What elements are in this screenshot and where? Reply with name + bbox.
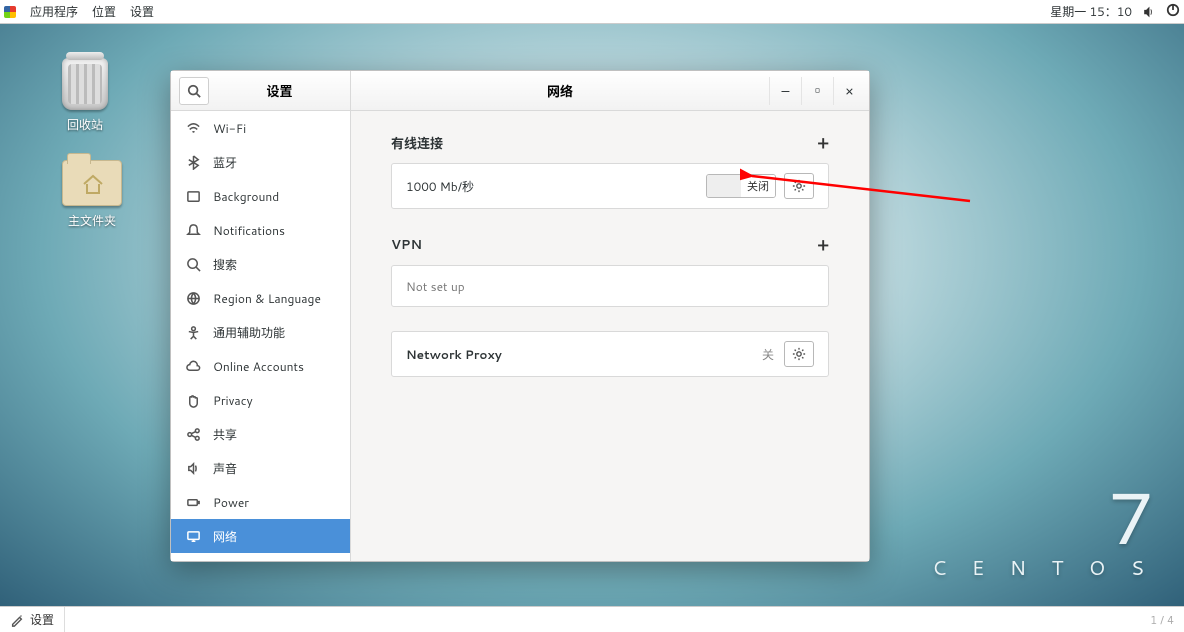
proxy-settings-button[interactable] [784, 341, 814, 367]
hand-icon [185, 392, 201, 408]
centos-name: C E N T O S [932, 554, 1154, 582]
search-icon [185, 256, 201, 272]
titlebar: 设置 网络 – ▫ × [171, 71, 869, 111]
volume-icon[interactable] [1142, 5, 1156, 19]
network-icon [185, 528, 201, 544]
globe-icon [185, 290, 201, 306]
clock: 星期一 15：10 [1050, 3, 1132, 20]
panel-title-settings: 设置 [209, 81, 350, 101]
settings-window: 设置 网络 – ▫ × Wi-Fi 蓝牙 Background Not [170, 70, 870, 562]
sidebar-item-search[interactable]: 搜索 [171, 247, 350, 281]
sidebar-item-label: 共享 [213, 426, 237, 443]
sidebar-item-label: 搜索 [213, 256, 237, 273]
sidebar-item-label: Wi-Fi [213, 120, 246, 137]
sidebar-item-label: Online Accounts [213, 358, 304, 375]
search-button[interactable] [179, 77, 209, 105]
panel-title-network: 网络 [351, 81, 769, 101]
switch-off-track [707, 175, 741, 197]
proxy-card: Network Proxy 关 [391, 331, 829, 377]
sidebar-item-notifications[interactable]: Notifications [171, 213, 350, 247]
top-menubar: 应用程序 位置 设置 星期一 15：10 [0, 0, 1184, 24]
sound-icon [185, 460, 201, 476]
wired-speed: 1000 Mb/秒 [406, 178, 706, 195]
taskbar-right-hint: 1 / 4 [1150, 612, 1184, 628]
vpn-card: Not set up [391, 265, 829, 307]
background-icon [185, 188, 201, 204]
sidebar-item-online-accounts[interactable]: Online Accounts [171, 349, 350, 383]
power-icon[interactable] [1166, 3, 1180, 21]
menu-settings[interactable]: 设置 [130, 3, 154, 20]
sidebar-item-sharing[interactable]: 共享 [171, 417, 350, 451]
sidebar-item-network[interactable]: 网络 [171, 519, 350, 553]
sidebar-item-wifi[interactable]: Wi-Fi [171, 111, 350, 145]
cloud-icon [185, 358, 201, 374]
sidebar-item-label: 蓝牙 [213, 154, 237, 171]
window-close-button[interactable]: × [833, 77, 865, 105]
vpn-section-title: VPN [391, 236, 422, 254]
home-label: 主文件夹 [68, 212, 116, 229]
sidebar-item-label: 通用辅助功能 [213, 324, 285, 341]
taskbar-settings-item[interactable]: 设置 [0, 607, 65, 632]
share-icon [185, 426, 201, 442]
wired-connection-card: 1000 Mb/秒 关闭 [391, 163, 829, 209]
home-folder-icon [62, 160, 122, 206]
centos-brand: 7 C E N T O S [932, 485, 1154, 582]
trash-icon [62, 58, 108, 110]
sidebar-item-bluetooth[interactable]: 蓝牙 [171, 145, 350, 179]
sidebar-item-label: Region & Language [213, 290, 321, 307]
accessibility-icon [185, 324, 201, 340]
wifi-icon [185, 120, 201, 136]
switch-off-label: 关闭 [741, 175, 775, 197]
sidebar-item-label: 声音 [213, 460, 237, 477]
sidebar-item-label: 网络 [213, 528, 237, 545]
settings-sidebar: Wi-Fi 蓝牙 Background Notifications 搜索 Reg… [171, 111, 351, 561]
sidebar-item-power[interactable]: Power [171, 485, 350, 519]
sidebar-item-region-language[interactable]: Region & Language [171, 281, 350, 315]
wired-settings-button[interactable] [784, 173, 814, 199]
sidebar-item-label: Background [213, 188, 279, 205]
sidebar-item-sound[interactable]: 声音 [171, 451, 350, 485]
wired-section-title: 有线连接 [391, 133, 443, 153]
add-wired-button[interactable]: + [817, 131, 829, 155]
taskbar-item-label: 设置 [30, 611, 54, 628]
sidebar-item-accessibility[interactable]: 通用辅助功能 [171, 315, 350, 349]
sidebar-item-label: Power [213, 494, 249, 511]
sidebar-item-label: Notifications [213, 222, 285, 239]
bottom-taskbar: 设置 1 / 4 [0, 606, 1184, 632]
network-panel: 有线连接 + 1000 Mb/秒 关闭 VPN + [351, 111, 869, 561]
bell-icon [185, 222, 201, 238]
wired-toggle-switch[interactable]: 关闭 [706, 174, 776, 198]
sidebar-item-privacy[interactable]: Privacy [171, 383, 350, 417]
window-maximize-button[interactable]: ▫ [801, 77, 833, 105]
menu-places[interactable]: 位置 [92, 3, 116, 20]
menu-applications[interactable]: 应用程序 [30, 3, 78, 20]
os-logo-icon [4, 6, 16, 18]
centos-version: 7 [932, 485, 1154, 550]
trash-label: 回收站 [67, 116, 103, 133]
desktop-trash[interactable]: 回收站 [62, 58, 108, 133]
bluetooth-icon [185, 154, 201, 170]
window-minimize-button[interactable]: – [769, 77, 801, 105]
proxy-label: Network Proxy [406, 346, 762, 363]
sidebar-item-label: Privacy [213, 392, 253, 409]
battery-icon [185, 494, 201, 510]
sidebar-item-background[interactable]: Background [171, 179, 350, 213]
add-vpn-button[interactable]: + [817, 233, 829, 257]
proxy-state: 关 [762, 346, 774, 363]
vpn-status: Not set up [392, 266, 828, 306]
desktop-home-folder[interactable]: 主文件夹 [62, 160, 122, 229]
